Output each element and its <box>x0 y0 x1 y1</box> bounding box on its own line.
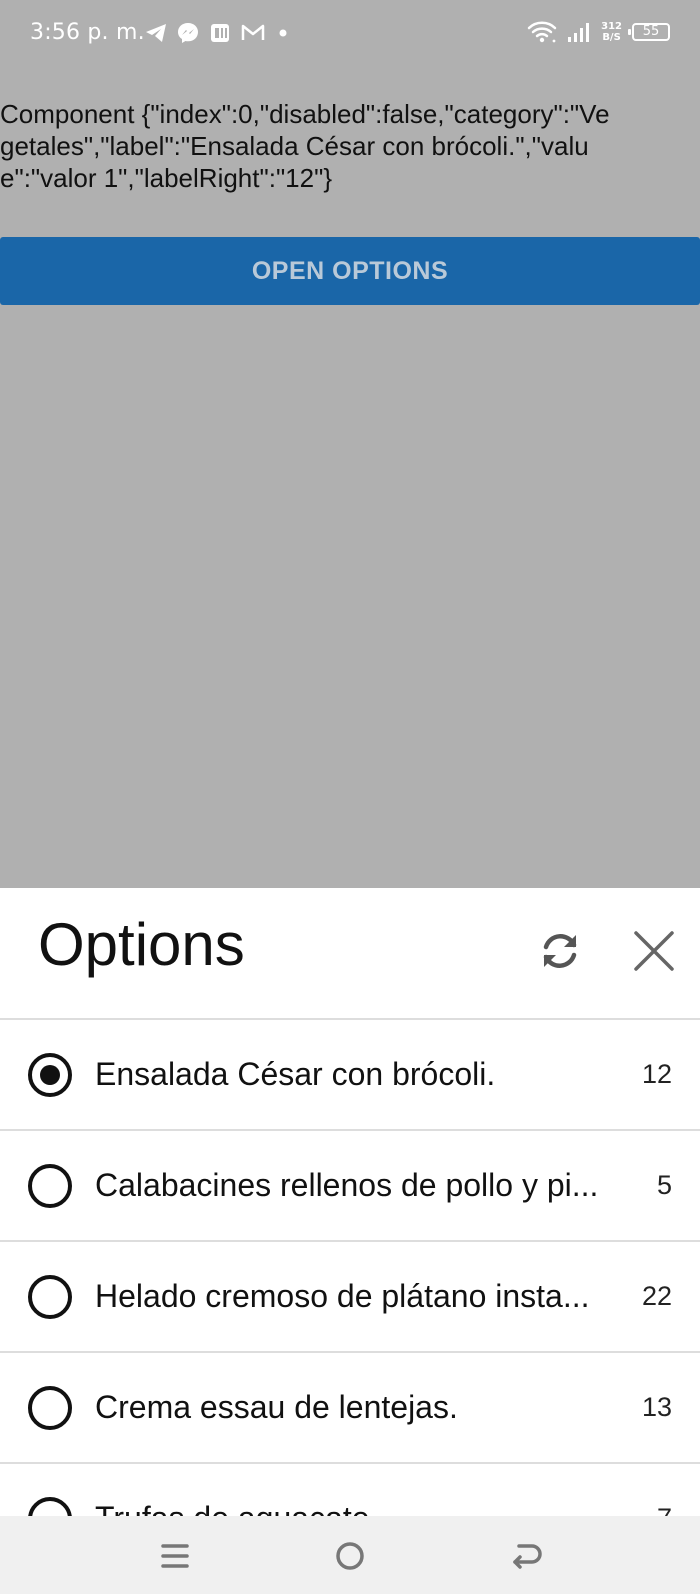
radio-button[interactable] <box>28 1274 72 1319</box>
sheet-title: Options <box>38 911 245 978</box>
component-json-text: Component {"index":0,"disabled":false,"c… <box>0 99 610 193</box>
speed-value: 312 <box>601 21 622 32</box>
telegram-icon <box>146 24 166 42</box>
sheet-header: Options <box>0 888 700 1020</box>
network-speed: 312 B/S <box>601 21 622 43</box>
option-label: Trufas de aguacate. <box>95 1500 620 1516</box>
messenger-icon <box>178 23 198 43</box>
open-options-button[interactable]: OPEN OPTIONS <box>0 237 700 305</box>
option-row[interactable]: Crema essau de lentejas. 13 <box>0 1353 700 1464</box>
option-right-label: 5 <box>656 1170 672 1200</box>
option-label: Helado cremoso de plátano insta... <box>95 1278 590 1314</box>
status-bar: 3:56 p. m. 312 B/S 55 <box>0 0 700 70</box>
speed-unit: B/S <box>602 32 621 43</box>
radio-button-selected[interactable] <box>28 1052 72 1097</box>
menu-icon[interactable] <box>155 1536 195 1576</box>
option-row[interactable]: Ensalada César con brócoli. 12 <box>0 1020 700 1131</box>
dot-icon <box>279 29 287 37</box>
wifi-icon <box>527 21 557 43</box>
system-icons: 312 B/S 55 <box>527 20 670 44</box>
back-icon[interactable] <box>505 1536 545 1576</box>
close-icon[interactable] <box>630 927 678 975</box>
option-right-label: 22 <box>641 1281 672 1311</box>
option-right-label: 13 <box>641 1392 672 1422</box>
option-row[interactable]: Calabacines rellenos de pollo y pi... 5 <box>0 1131 700 1242</box>
navigation-bar <box>0 1516 700 1594</box>
option-right-label: 7 <box>657 1503 672 1516</box>
option-label: Crema essau de lentejas. <box>95 1389 458 1425</box>
signal-icon <box>568 23 590 42</box>
radio-button[interactable] <box>28 1163 72 1208</box>
home-icon[interactable] <box>330 1536 370 1576</box>
radio-button[interactable] <box>28 1385 72 1430</box>
refresh-icon[interactable] <box>536 927 584 975</box>
option-label: Ensalada César con brócoli. <box>95 1056 496 1092</box>
radio-button[interactable] <box>28 1496 72 1516</box>
app-icon <box>211 24 229 42</box>
option-right-label: 12 <box>641 1059 672 1089</box>
screen: 3:56 p. m. 312 B/S 55 Component {"index"… <box>0 0 700 1594</box>
option-row[interactable]: Helado cremoso de plátano insta... 22 <box>0 1242 700 1353</box>
notification-icons <box>145 22 291 44</box>
battery-indicator: 55 <box>628 23 670 41</box>
gmail-icon <box>241 24 265 40</box>
status-time: 3:56 p. m. <box>30 20 145 45</box>
options-bottom-sheet: Options Ensalada César con brócoli. 12 C… <box>0 888 700 1516</box>
option-label: Calabacines rellenos de pollo y pi... <box>95 1167 599 1203</box>
option-row[interactable]: Trufas de aguacate. 7 <box>0 1464 700 1516</box>
